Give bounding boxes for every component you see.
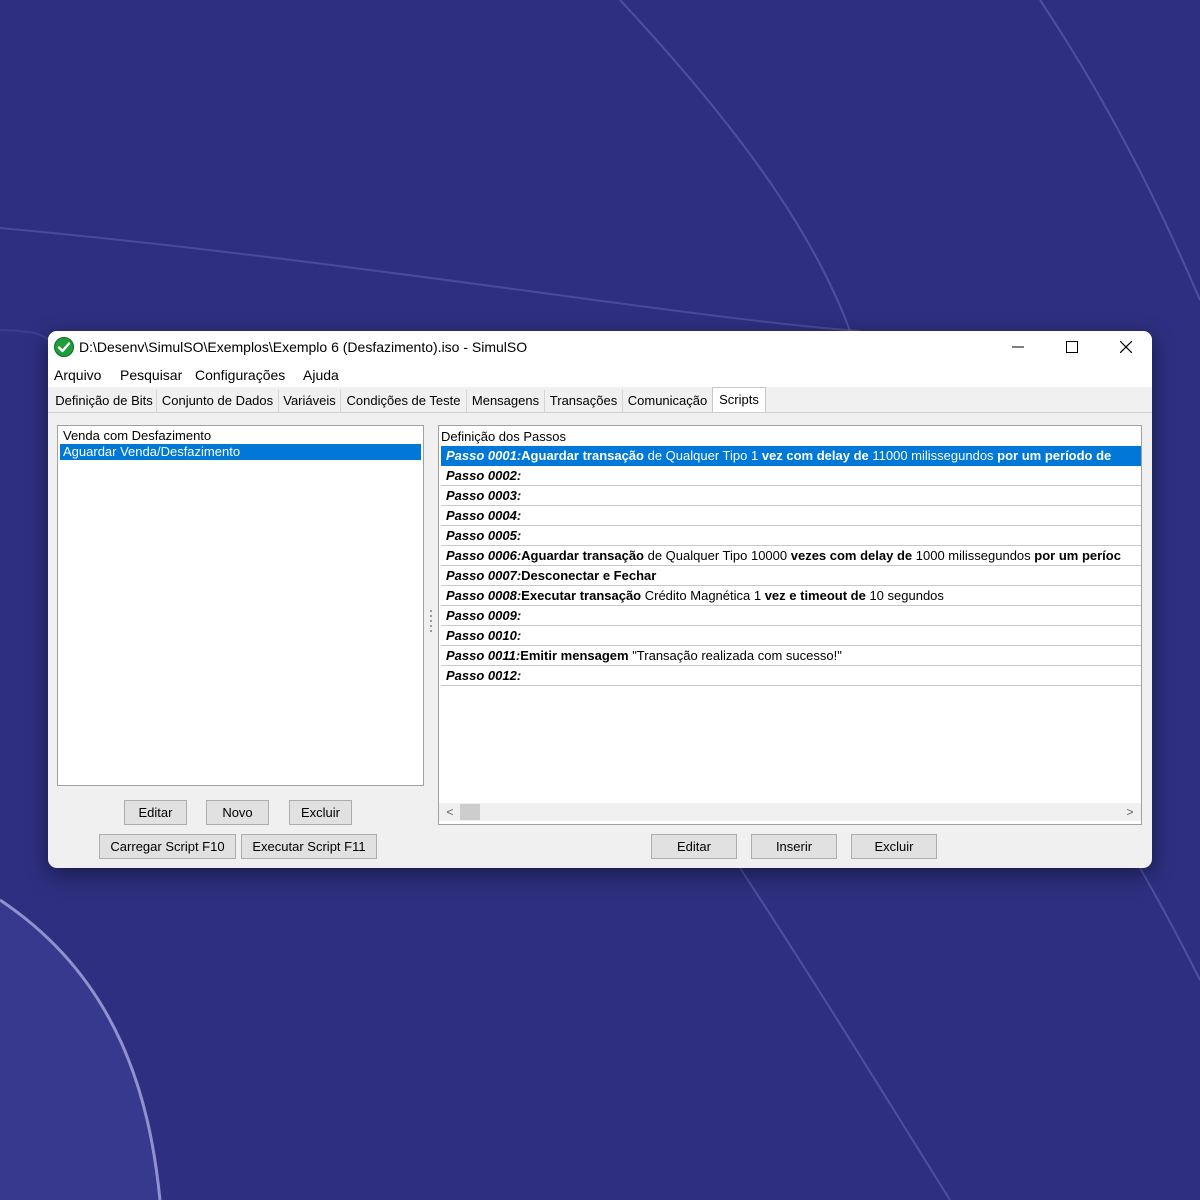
- step-number: Passo 0012:: [446, 668, 522, 683]
- step-number: Passo 0003:: [446, 488, 522, 503]
- minimize-button[interactable]: [991, 331, 1045, 363]
- panel-splitter[interactable]: [429, 608, 433, 632]
- tab-divider: [48, 412, 1152, 413]
- app-check-icon: [54, 337, 74, 357]
- step-row[interactable]: Passo 0006:Aguardar transação de Qualque…: [441, 546, 1141, 566]
- step-keyword: Aguardar transação: [521, 548, 644, 563]
- step-delete-button[interactable]: Excluir: [851, 834, 937, 859]
- tab-condicoes-de-teste[interactable]: Condições de Teste: [341, 390, 467, 412]
- step-row[interactable]: Passo 0003:: [441, 486, 1141, 506]
- step-param: Crédito Magnética 1: [641, 588, 765, 603]
- tab-mensagens[interactable]: Mensagens: [467, 390, 545, 412]
- step-number: Passo 0009:: [446, 608, 522, 623]
- step-row[interactable]: Passo 0001:Aguardar transação de Qualque…: [441, 446, 1141, 466]
- close-button[interactable]: [1099, 331, 1152, 363]
- load-script-button[interactable]: Carregar Script F10: [99, 834, 236, 859]
- menu-configuracoes[interactable]: Configurações: [195, 367, 285, 383]
- step-keyword: vez e timeout de: [764, 588, 866, 603]
- step-keyword: Aguardar transação: [521, 448, 644, 463]
- step-param: 1000 milissegundos: [912, 548, 1035, 563]
- step-param: de Qualquer Tipo 10000: [644, 548, 791, 563]
- step-row[interactable]: Passo 0008:Executar transação Crédito Ma…: [441, 586, 1141, 606]
- tab-scripts[interactable]: Scripts: [712, 387, 766, 413]
- scroll-right-icon[interactable]: >: [1121, 803, 1139, 821]
- menu-ajuda[interactable]: Ajuda: [303, 367, 339, 383]
- horizontal-scrollbar[interactable]: < >: [439, 803, 1141, 821]
- step-row[interactable]: Passo 0011:Emitir mensagem "Transação re…: [441, 646, 1141, 666]
- step-keyword: por um períoc: [1034, 548, 1121, 563]
- step-param: "Transação realizada com sucesso!": [628, 648, 842, 663]
- step-row[interactable]: Passo 0004:: [441, 506, 1141, 526]
- step-param: 11000 milissegundos: [868, 448, 998, 463]
- window-title: D:\Desenv\SimulSO\Exemplos\Exemplo 6 (De…: [79, 339, 528, 355]
- menu-arquivo[interactable]: Arquivo: [54, 367, 101, 383]
- script-item-aguardar-venda-desfazimento[interactable]: Aguardar Venda/Desfazimento: [60, 444, 421, 460]
- script-item-venda-com-desfazimento[interactable]: Venda com Desfazimento: [60, 428, 421, 444]
- maximize-button[interactable]: [1045, 331, 1099, 363]
- step-number: Passo 0010:: [446, 628, 522, 643]
- steps-header: Definição dos Passos: [441, 429, 567, 444]
- scroll-thumb[interactable]: [460, 804, 480, 820]
- close-icon: [1120, 341, 1132, 353]
- step-row[interactable]: Passo 0005:: [441, 526, 1141, 546]
- title-bar: D:\Desenv\SimulSO\Exemplos\Exemplo 6 (De…: [48, 331, 1152, 363]
- step-number: Passo 0004:: [446, 508, 522, 523]
- step-keyword: Executar transação: [521, 588, 642, 603]
- scroll-left-icon[interactable]: <: [441, 803, 459, 821]
- maximize-icon: [1066, 341, 1078, 353]
- tab-bar: Definição de Bits Conjunto de Dados Vari…: [48, 387, 1152, 413]
- step-number: Passo 0002:: [446, 468, 522, 483]
- step-row[interactable]: Passo 0002:: [441, 466, 1141, 486]
- grip-dots-icon: [430, 610, 432, 632]
- menu-bar: Arquivo Pesquisar Configurações Ajuda: [48, 363, 1152, 387]
- script-new-button[interactable]: Novo: [206, 800, 269, 825]
- step-row[interactable]: Passo 0007:Desconectar e Fechar: [441, 566, 1141, 586]
- steps-panel[interactable]: Definição dos Passos Passo 0001:Aguardar…: [438, 425, 1142, 825]
- step-number: Passo 0007:: [446, 568, 522, 583]
- tab-definicao-de-bits[interactable]: Definição de Bits: [52, 390, 157, 412]
- step-row[interactable]: Passo 0009:: [441, 606, 1141, 626]
- step-insert-button[interactable]: Inserir: [751, 834, 837, 859]
- step-row[interactable]: Passo 0010:: [441, 626, 1141, 646]
- tab-transacoes[interactable]: Transações: [545, 390, 623, 412]
- step-keyword: vezes com delay de: [790, 548, 913, 563]
- app-window: D:\Desenv\SimulSO\Exemplos\Exemplo 6 (De…: [48, 331, 1152, 868]
- step-param: 10 segundos: [865, 588, 944, 603]
- run-script-button[interactable]: Executar Script F11: [241, 834, 377, 859]
- step-number: Passo 0001:: [446, 448, 522, 463]
- step-keyword: por um período de: [997, 448, 1112, 463]
- menu-pesquisar[interactable]: Pesquisar: [120, 367, 182, 383]
- tab-comunicacao[interactable]: Comunicação: [623, 390, 713, 412]
- minimize-icon: [1012, 346, 1024, 348]
- tab-conjunto-de-dados[interactable]: Conjunto de Dados: [157, 390, 279, 412]
- step-keyword: Emitir mensagem: [520, 648, 629, 663]
- step-keyword: Desconectar e Fechar: [521, 568, 657, 583]
- step-number: Passo 0006:: [446, 548, 522, 563]
- step-edit-button[interactable]: Editar: [651, 834, 737, 859]
- step-row[interactable]: Passo 0012:: [441, 666, 1141, 686]
- step-number: Passo 0005:: [446, 528, 522, 543]
- script-edit-button[interactable]: Editar: [124, 800, 187, 825]
- scripts-list[interactable]: Venda com Desfazimento Aguardar Venda/De…: [57, 425, 424, 786]
- step-param: de Qualquer Tipo 1: [644, 448, 762, 463]
- tab-variaveis[interactable]: Variáveis: [279, 390, 341, 412]
- step-keyword: vez com delay de: [761, 448, 869, 463]
- step-number: Passo 0011:: [446, 648, 521, 663]
- script-delete-button[interactable]: Excluir: [289, 800, 352, 825]
- step-number: Passo 0008:: [446, 588, 522, 603]
